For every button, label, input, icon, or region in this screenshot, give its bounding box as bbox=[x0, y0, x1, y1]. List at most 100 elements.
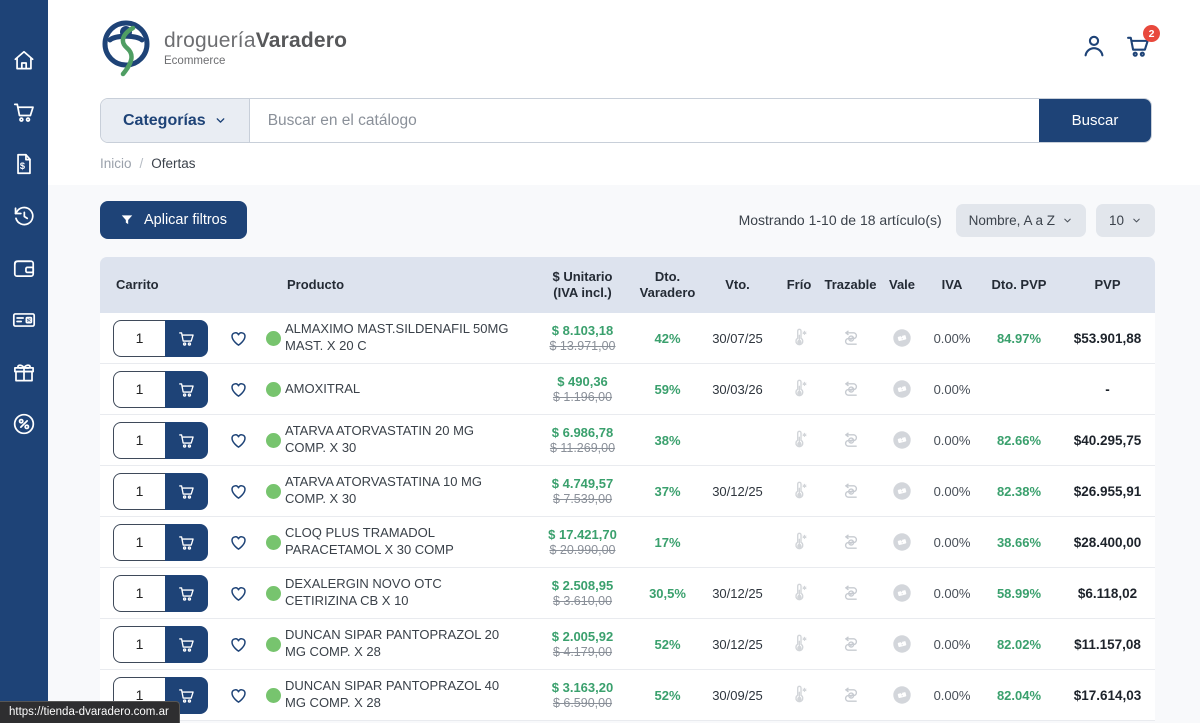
add-to-cart-button[interactable] bbox=[165, 575, 208, 612]
table-row: AMOXITRAL $ 490,36 $ 1.196,00 59% 30/03/… bbox=[100, 364, 1155, 415]
availability-dot bbox=[266, 637, 281, 652]
brand-logo[interactable]: drogueríaVaradero Ecommerce bbox=[100, 18, 347, 78]
svg-text:$: $ bbox=[20, 161, 25, 171]
breadcrumb-home-link[interactable]: Inicio bbox=[100, 156, 132, 171]
cold-chain-icon bbox=[775, 429, 823, 451]
favorite-heart-icon[interactable] bbox=[228, 328, 249, 349]
quantity-cart-group bbox=[113, 320, 208, 357]
quantity-input[interactable] bbox=[113, 422, 165, 459]
original-price: $ 4.179,00 bbox=[553, 645, 612, 659]
quantity-cart-group bbox=[113, 473, 208, 510]
favorite-heart-icon[interactable] bbox=[228, 532, 249, 553]
table-row: ATARVA ATORVASTATINA 10 MG COMP. X 30 $ … bbox=[100, 466, 1155, 517]
dto-varadero-value: 42% bbox=[635, 331, 700, 346]
sidebar-cart-icon[interactable] bbox=[10, 98, 38, 126]
quantity-input[interactable] bbox=[113, 524, 165, 561]
original-price: $ 20.990,00 bbox=[549, 543, 615, 557]
products-table: Carrito Producto $ Unitario (IVA incl.) … bbox=[100, 257, 1155, 721]
add-to-cart-button[interactable] bbox=[165, 422, 208, 459]
col-header-producto: Producto bbox=[285, 277, 530, 293]
breadcrumb: Inicio / Ofertas bbox=[100, 156, 1148, 185]
cart-icon bbox=[177, 431, 196, 450]
table-row: DUNCAN SIPAR PANTOPRAZOL 20 MG COMP. X 2… bbox=[100, 619, 1155, 670]
unit-price-cell: $ 3.163,20 $ 6.590,00 bbox=[530, 680, 635, 710]
search-bar: Categorías Buscar bbox=[100, 98, 1152, 143]
browser-status-url: https://tienda-dvaradero.com.ar bbox=[0, 701, 180, 723]
add-to-cart-button[interactable] bbox=[165, 524, 208, 561]
voucher-icon bbox=[878, 480, 926, 502]
sidebar-price-list-icon[interactable]: $ bbox=[10, 150, 38, 178]
quantity-input[interactable] bbox=[113, 473, 165, 510]
voucher-icon bbox=[878, 684, 926, 706]
iva-value: 0.00% bbox=[926, 331, 978, 346]
favorite-heart-icon[interactable] bbox=[228, 634, 249, 655]
categories-dropdown[interactable]: Categorías bbox=[101, 99, 250, 142]
unit-price-cell: $ 17.421,70 $ 20.990,00 bbox=[530, 527, 635, 557]
cold-chain-icon bbox=[775, 327, 823, 349]
unit-price-cell: $ 2.005,92 $ 4.179,00 bbox=[530, 629, 635, 659]
voucher-icon bbox=[878, 429, 926, 451]
header-cart-icon[interactable]: 2 bbox=[1124, 32, 1152, 63]
availability-dot bbox=[266, 484, 281, 499]
product-name[interactable]: DUNCAN SIPAR PANTOPRAZOL 40 MG COMP. X 2… bbox=[285, 678, 530, 712]
iva-value: 0.00% bbox=[926, 586, 978, 601]
brand-text: drogueríaVaradero Ecommerce bbox=[164, 29, 347, 67]
quantity-input[interactable] bbox=[113, 320, 165, 357]
dto-varadero-value: 38% bbox=[635, 433, 700, 448]
sidebar-discount-icon[interactable] bbox=[10, 410, 38, 438]
quantity-input[interactable] bbox=[113, 371, 165, 408]
search-button[interactable]: Buscar bbox=[1039, 99, 1151, 142]
dto-pvp-value: 84.97% bbox=[978, 331, 1060, 346]
search-input[interactable] bbox=[250, 99, 1039, 142]
favorite-heart-icon[interactable] bbox=[228, 685, 249, 706]
add-to-cart-button[interactable] bbox=[165, 473, 208, 510]
sort-dropdown[interactable]: Nombre, A a Z bbox=[956, 204, 1086, 237]
product-name[interactable]: AMOXITRAL bbox=[285, 381, 530, 398]
sidebar-wallet-icon[interactable] bbox=[10, 254, 38, 282]
sidebar-gift-icon[interactable] bbox=[10, 358, 38, 386]
voucher-icon bbox=[878, 531, 926, 553]
product-name[interactable]: ATARVA ATORVASTATINA 10 MG COMP. X 30 bbox=[285, 474, 530, 508]
product-name[interactable]: DUNCAN SIPAR PANTOPRAZOL 20 MG COMP. X 2… bbox=[285, 627, 530, 661]
sidebar-nav: $ $ bbox=[0, 0, 48, 723]
quantity-input[interactable] bbox=[113, 626, 165, 663]
traceable-icon bbox=[823, 480, 878, 502]
favorite-heart-icon[interactable] bbox=[228, 430, 249, 451]
product-name[interactable]: CLOQ PLUS TRAMADOL PARACETAMOL X 30 COMP bbox=[285, 525, 530, 559]
brand-logo-icon bbox=[100, 18, 154, 78]
product-name[interactable]: ALMAXIMO MAST.SILDENAFIL 50MG MAST. X 20… bbox=[285, 321, 530, 355]
availability-dot bbox=[266, 586, 281, 601]
availability-dot bbox=[266, 688, 281, 703]
per-page-value: 10 bbox=[1109, 213, 1124, 228]
cold-chain-icon bbox=[775, 531, 823, 553]
product-name[interactable]: DEXALERGIN NOVO OTC CETIRIZINA CB X 10 bbox=[285, 576, 530, 610]
add-to-cart-button[interactable] bbox=[165, 626, 208, 663]
unit-price-cell: $ 6.986,78 $ 11.269,00 bbox=[530, 425, 635, 455]
cold-chain-icon bbox=[775, 684, 823, 706]
favorite-heart-icon[interactable] bbox=[228, 583, 249, 604]
sort-value: Nombre, A a Z bbox=[969, 213, 1055, 228]
voucher-icon bbox=[878, 378, 926, 400]
favorite-heart-icon[interactable] bbox=[228, 379, 249, 400]
apply-filters-button[interactable]: Aplicar filtros bbox=[100, 201, 247, 239]
dto-pvp-value: 82.04% bbox=[978, 688, 1060, 703]
sidebar-cheque-icon[interactable]: $ bbox=[10, 306, 38, 334]
iva-value: 0.00% bbox=[926, 382, 978, 397]
per-page-dropdown[interactable]: 10 bbox=[1096, 204, 1155, 237]
account-icon[interactable] bbox=[1080, 32, 1108, 63]
sidebar-history-icon[interactable] bbox=[10, 202, 38, 230]
sidebar-home-icon[interactable] bbox=[10, 46, 38, 74]
add-to-cart-button[interactable] bbox=[165, 371, 208, 408]
table-row: ALMAXIMO MAST.SILDENAFIL 50MG MAST. X 20… bbox=[100, 313, 1155, 364]
discount-price: $ 6.986,78 bbox=[552, 425, 613, 440]
quantity-input[interactable] bbox=[113, 575, 165, 612]
add-to-cart-button[interactable] bbox=[165, 320, 208, 357]
traceable-icon bbox=[823, 378, 878, 400]
product-name[interactable]: ATARVA ATORVASTATIN 20 MG COMP. X 30 bbox=[285, 423, 530, 457]
results-count: Mostrando 1-10 de 18 artículo(s) bbox=[739, 212, 942, 228]
dto-varadero-value: 52% bbox=[635, 637, 700, 652]
table-row: CLOQ PLUS TRAMADOL PARACETAMOL X 30 COMP… bbox=[100, 517, 1155, 568]
expiry-date: 30/07/25 bbox=[700, 331, 775, 346]
col-header-vale: Vale bbox=[878, 277, 926, 293]
favorite-heart-icon[interactable] bbox=[228, 481, 249, 502]
